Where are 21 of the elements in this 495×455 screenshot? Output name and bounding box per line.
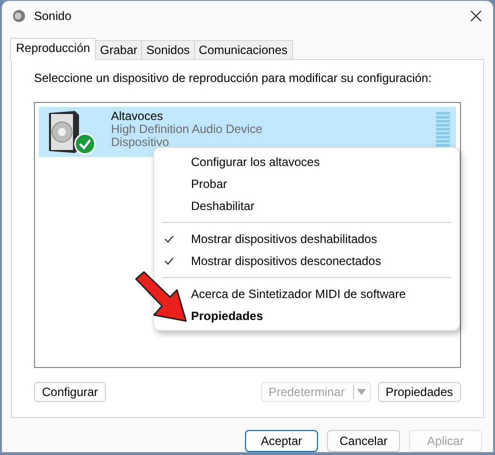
device-name: Altavoces — [111, 110, 164, 123]
close-icon[interactable] — [469, 9, 483, 23]
menu-item[interactable]: Mostrar dispositivos deshabilitados — [191, 232, 378, 246]
dialog-button[interactable]: Aceptar — [245, 430, 318, 452]
properties-button[interactable]: Propiedades — [378, 382, 461, 402]
menu-item[interactable]: Configurar los altavoces — [191, 155, 320, 169]
menu-item[interactable]: Acerca de Sintetizador MIDI de software — [191, 287, 406, 301]
menu-item[interactable]: Deshabilitar — [191, 199, 254, 213]
menu-item[interactable]: Propiedades — [191, 309, 264, 323]
configure-button[interactable]: Configurar — [34, 382, 106, 402]
tab[interactable]: Sonidos — [141, 40, 195, 59]
tab[interactable]: Grabar — [95, 40, 142, 59]
menu-item[interactable]: Probar — [191, 177, 228, 191]
window-title: Sonido — [34, 9, 72, 23]
tab[interactable]: Reproducción — [10, 38, 96, 60]
device-status: Dispositivo — [111, 136, 170, 149]
menu-item[interactable]: Mostrar dispositivos desconectados — [191, 254, 382, 268]
device-description: High Definition Audio Device — [111, 123, 264, 136]
dialog-button[interactable]: Cancelar — [327, 430, 400, 452]
instruction-text: Seleccione un dispositivo de reproducción para modificar su configuración: — [34, 71, 433, 85]
tab[interactable]: Comunicaciones — [194, 40, 292, 59]
